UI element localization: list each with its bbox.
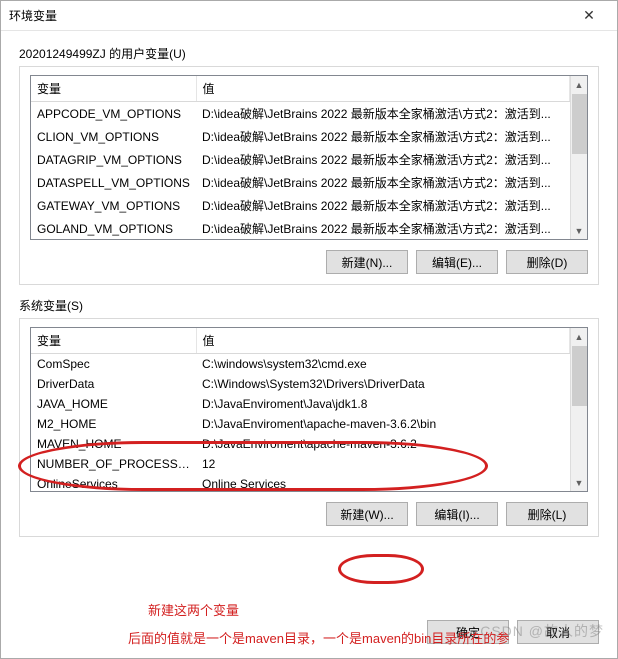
sys-vars-table-wrap: 变量 值 ComSpecC:\windows\system32\cmd.exeD… <box>30 327 588 492</box>
sys-vars-group: 变量 值 ComSpecC:\windows\system32\cmd.exeD… <box>19 318 599 537</box>
sys-vars-buttons: 新建(W)... 编辑(I)... 删除(L) <box>30 502 588 526</box>
scroll-up-icon[interactable]: ▲ <box>571 76 588 93</box>
var-value-cell: Online Services <box>196 474 570 491</box>
var-name-cell: NUMBER_OF_PROCESSORS <box>31 454 196 474</box>
dialog-footer: 确定 取消 <box>1 612 617 658</box>
user-vars-group: 变量 值 APPCODE_VM_OPTIONSD:\idea破解\JetBrai… <box>19 66 599 285</box>
table-row[interactable]: GOLAND_VM_OPTIONSD:\idea破解\JetBrains 202… <box>31 217 570 239</box>
var-value-cell: D:\JavaEnviroment\apache-maven-3.6.2 <box>196 434 570 454</box>
sys-new-button[interactable]: 新建(W)... <box>326 502 408 526</box>
col-name-header[interactable]: 变量 <box>31 76 196 102</box>
var-name-cell: M2_HOME <box>31 414 196 434</box>
var-name-cell: DATAGRIP_VM_OPTIONS <box>31 148 196 171</box>
user-vars-section: 20201249499ZJ 的用户变量(U) 变量 值 APPCODE_VM_O… <box>19 45 599 285</box>
var-name-cell: JAVA_HOME <box>31 394 196 414</box>
table-row[interactable]: CLION_VM_OPTIONSD:\idea破解\JetBrains 2022… <box>31 125 570 148</box>
var-value-cell: D:\idea破解\JetBrains 2022 最新版本全家桶激活\方式2：激… <box>196 148 570 171</box>
scroll-down-icon[interactable]: ▼ <box>571 222 588 239</box>
var-value-cell: D:\idea破解\JetBrains 2022 最新版本全家桶激活\方式2：激… <box>196 194 570 217</box>
user-vars-table-wrap: 变量 值 APPCODE_VM_OPTIONSD:\idea破解\JetBrai… <box>30 75 588 240</box>
user-vars-scrollbar[interactable]: ▲ ▼ <box>570 76 587 239</box>
table-row[interactable]: DATAGRIP_VM_OPTIONSD:\idea破解\JetBrains 2… <box>31 148 570 171</box>
sys-vars-scrollbar[interactable]: ▲ ▼ <box>570 328 587 491</box>
col-value-header[interactable]: 值 <box>196 328 570 354</box>
user-new-button[interactable]: 新建(N)... <box>326 250 408 274</box>
table-header-row: 变量 值 <box>31 328 570 354</box>
table-row[interactable]: DriverDataC:\Windows\System32\Drivers\Dr… <box>31 374 570 394</box>
user-vars-label: 20201249499ZJ 的用户变量(U) <box>19 45 599 62</box>
var-name-cell: APPCODE_VM_OPTIONS <box>31 102 196 126</box>
table-row[interactable]: DATASPELL_VM_OPTIONSD:\idea破解\JetBrains … <box>31 171 570 194</box>
cancel-button[interactable]: 取消 <box>517 620 599 644</box>
var-value-cell: C:\Windows\System32\Drivers\DriverData <box>196 374 570 394</box>
var-name-cell: ComSpec <box>31 354 196 375</box>
table-row[interactable]: ComSpecC:\windows\system32\cmd.exe <box>31 354 570 375</box>
sys-delete-button[interactable]: 删除(L) <box>506 502 588 526</box>
scroll-up-icon[interactable]: ▲ <box>571 328 588 345</box>
scroll-down-icon[interactable]: ▼ <box>571 474 588 491</box>
table-row[interactable]: APPCODE_VM_OPTIONSD:\idea破解\JetBrains 20… <box>31 102 570 126</box>
scroll-thumb[interactable] <box>572 94 587 154</box>
table-header-row: 变量 值 <box>31 76 570 102</box>
user-vars-buttons: 新建(N)... 编辑(E)... 删除(D) <box>30 250 588 274</box>
sys-vars-table[interactable]: 变量 值 ComSpecC:\windows\system32\cmd.exeD… <box>31 328 570 491</box>
var-value-cell: C:\windows\system32\cmd.exe <box>196 354 570 375</box>
table-row[interactable]: MAVEN_HOMED:\JavaEnviroment\apache-maven… <box>31 434 570 454</box>
table-row[interactable]: JAVA_HOMED:\JavaEnviroment\Java\jdk1.8 <box>31 394 570 414</box>
var-name-cell: OnlineServices <box>31 474 196 491</box>
var-name-cell: GOLAND_VM_OPTIONS <box>31 217 196 239</box>
var-value-cell: D:\idea破解\JetBrains 2022 最新版本全家桶激活\方式2：激… <box>196 102 570 126</box>
user-vars-table[interactable]: 变量 值 APPCODE_VM_OPTIONSD:\idea破解\JetBrai… <box>31 76 570 239</box>
table-row[interactable]: OnlineServicesOnline Services <box>31 474 570 491</box>
sys-vars-section: 系统变量(S) 变量 值 ComSpecC:\windows\system32\… <box>19 297 599 537</box>
var-value-cell: D:\JavaEnviroment\Java\jdk1.8 <box>196 394 570 414</box>
var-value-cell: D:\idea破解\JetBrains 2022 最新版本全家桶激活\方式2：激… <box>196 125 570 148</box>
sys-edit-button[interactable]: 编辑(I)... <box>416 502 498 526</box>
var-value-cell: 12 <box>196 454 570 474</box>
env-vars-dialog: 环境变量 ✕ 20201249499ZJ 的用户变量(U) 变量 值 <box>0 0 618 659</box>
var-name-cell: GATEWAY_VM_OPTIONS <box>31 194 196 217</box>
var-name-cell: DriverData <box>31 374 196 394</box>
var-value-cell: D:\idea破解\JetBrains 2022 最新版本全家桶激活\方式2：激… <box>196 217 570 239</box>
user-edit-button[interactable]: 编辑(E)... <box>416 250 498 274</box>
col-value-header[interactable]: 值 <box>196 76 570 102</box>
sys-vars-label: 系统变量(S) <box>19 297 599 314</box>
table-row[interactable]: NUMBER_OF_PROCESSORS12 <box>31 454 570 474</box>
var-name-cell: CLION_VM_OPTIONS <box>31 125 196 148</box>
titlebar: 环境变量 ✕ <box>1 1 617 31</box>
window-title: 环境变量 <box>9 7 57 24</box>
user-delete-button[interactable]: 删除(D) <box>506 250 588 274</box>
dialog-content: 20201249499ZJ 的用户变量(U) 变量 值 APPCODE_VM_O… <box>1 31 617 612</box>
var-name-cell: MAVEN_HOME <box>31 434 196 454</box>
var-value-cell: D:\JavaEnviroment\apache-maven-3.6.2\bin <box>196 414 570 434</box>
scroll-thumb[interactable] <box>572 346 587 406</box>
table-row[interactable]: M2_HOMED:\JavaEnviroment\apache-maven-3.… <box>31 414 570 434</box>
table-row[interactable]: GATEWAY_VM_OPTIONSD:\idea破解\JetBrains 20… <box>31 194 570 217</box>
var-value-cell: D:\idea破解\JetBrains 2022 最新版本全家桶激活\方式2：激… <box>196 171 570 194</box>
close-icon[interactable]: ✕ <box>569 2 609 30</box>
var-name-cell: DATASPELL_VM_OPTIONS <box>31 171 196 194</box>
ok-button[interactable]: 确定 <box>427 620 509 644</box>
col-name-header[interactable]: 变量 <box>31 328 196 354</box>
